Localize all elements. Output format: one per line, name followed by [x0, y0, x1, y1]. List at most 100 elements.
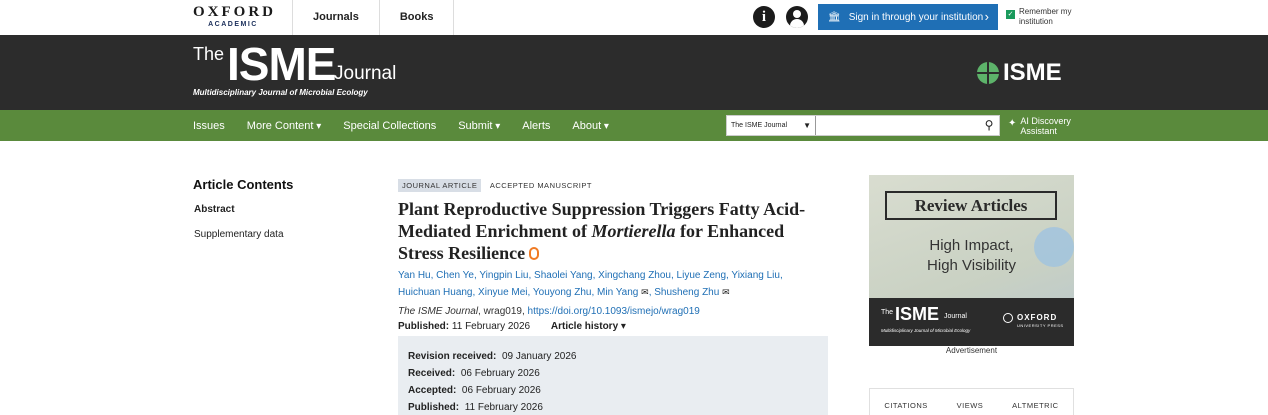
history-row: Published: 11 February 2026 [408, 399, 818, 415]
article-status-badge: ACCEPTED MANUSCRIPT [489, 181, 592, 190]
nav-alerts[interactable]: Alerts [522, 120, 550, 132]
tab-altmetric[interactable]: ALTMETRIC [1012, 401, 1058, 415]
checkbox-checked-icon[interactable]: ✓ [1006, 10, 1015, 19]
ad-heading: Review Articles [885, 191, 1057, 220]
tab-citations[interactable]: CITATIONS [884, 401, 927, 415]
nav-submit[interactable]: Submit [458, 120, 500, 132]
history-label: Revision received: [408, 351, 497, 362]
oxford-logo-line1: OXFORD [193, 4, 276, 20]
institution-icon: 🏛 [828, 11, 841, 23]
ad-footer-oup-sub: UNIVERSITY PRESS [1017, 323, 1064, 328]
nav-more-content[interactable]: More Content [247, 120, 321, 132]
envelope-icon[interactable]: ✉ [722, 287, 730, 297]
history-label: Received: [408, 368, 456, 379]
remember-label: Remember my institution [1019, 7, 1072, 26]
journal-banner: The ISME Journal Multidisciplinary Journ… [0, 35, 1268, 110]
journal-subtitle: Multidisciplinary Journal of Microbial E… [193, 88, 368, 97]
author-line-2: Huichuan Huang, Xinyue Mei, Youyong Zhu,… [398, 287, 730, 298]
ai-label-line1: AI Discovery [1020, 116, 1071, 126]
journal-title-journal: Journal [334, 63, 397, 84]
doi-link[interactable]: https://doi.org/10.1093/ismejo/wrag019 [528, 306, 700, 317]
advertisement-caption: Advertisement [945, 346, 998, 355]
isme-society-logo[interactable]: ISME [977, 59, 1062, 87]
journal-title-isme: ISME [227, 38, 336, 90]
article-header: JOURNAL ARTICLE ACCEPTED MANUSCRIPT Plan… [398, 175, 828, 332]
article-title-italic: Mortierella [591, 221, 676, 241]
info-icon[interactable]: i [753, 6, 775, 28]
published-row: Published: 11 February 2026 Article hist… [398, 321, 828, 332]
ad-line-2: High Visibility [927, 257, 1016, 274]
article-metrics-tabs: CITATIONS VIEWS ALTMETRIC [869, 388, 1074, 415]
top-nav: Journals Books [292, 0, 455, 35]
ai-discovery-button[interactable]: ✦ AI Discovery Assistant [1008, 116, 1071, 136]
published-date: 11 February 2026 [451, 321, 531, 332]
search-icon[interactable]: ⚲ [979, 116, 999, 135]
ai-label: AI Discovery Assistant [1020, 116, 1071, 136]
history-date: 06 February 2026 [461, 385, 541, 396]
search-scope-select[interactable]: The ISME Journal ▼ [727, 116, 816, 135]
nav-about[interactable]: About [572, 120, 609, 132]
top-bar: OXFORD ACADEMIC Journals Books i 🏛 Sign … [0, 0, 1268, 35]
open-access-icon [529, 247, 540, 260]
article-contents-title: Article Contents [193, 177, 294, 192]
search-bar: The ISME Journal ▼ ⚲ [726, 115, 1000, 136]
author-line-2b[interactable]: Shusheng Zhu [654, 287, 719, 298]
history-row: Accepted: 06 February 2026 [408, 382, 818, 399]
envelope-icon[interactable]: ✉ [641, 287, 649, 297]
oup-logo-icon [1003, 313, 1013, 323]
history-date: 09 January 2026 [501, 351, 577, 362]
ad-footer-journal: Journal [944, 313, 967, 320]
ad-footer-isme: ISME [895, 304, 940, 324]
history-date: 06 February 2026 [460, 368, 540, 379]
published-label: Published: [398, 321, 450, 332]
search-scope-value: The ISME Journal [731, 122, 788, 129]
nav-special-collections[interactable]: Special Collections [343, 120, 436, 132]
article-type-badge: JOURNAL ARTICLE [398, 179, 482, 192]
toc-item-supplementary[interactable]: Supplementary data [194, 229, 284, 240]
ai-label-line2: Assistant [1020, 126, 1057, 136]
ad-footer: The ISME Journal Multidisciplinary Journ… [869, 298, 1074, 346]
chevron-right-icon: › [984, 9, 989, 24]
account-icon-body [790, 19, 804, 28]
nav-issues[interactable]: Issues [193, 120, 225, 132]
caret-down-icon: ▼ [803, 121, 811, 130]
sparkle-icon: ✦ [1008, 118, 1017, 129]
account-icon-head [793, 10, 801, 18]
oxford-logo-line2: ACADEMIC [208, 21, 258, 28]
author-line-1[interactable]: Yan Hu, Chen Ye, Yingpin Liu, Shaolei Ya… [398, 267, 828, 284]
nav-books-link[interactable]: Books [380, 0, 455, 35]
ad-footer-oup: OXFORD [1017, 313, 1058, 322]
history-date: 11 February 2026 [464, 402, 543, 413]
tab-views[interactable]: VIEWS [957, 401, 984, 415]
author-list: Yan Hu, Chen Ye, Yingpin Liu, Shaolei Ya… [398, 267, 828, 301]
article-history-toggle[interactable]: Article history ▾ [551, 321, 626, 332]
history-row: Revision received: 09 January 2026 [408, 348, 818, 365]
article-history-label: Article history [550, 321, 619, 332]
toc-item-abstract[interactable]: Abstract [194, 204, 235, 215]
advertisement-banner[interactable]: Review Articles High Impact, High Visibi… [869, 175, 1074, 346]
journal-title-the: The [193, 44, 225, 64]
globe-icon [977, 62, 999, 84]
article-history-panel: Revision received: 09 January 2026 Recei… [398, 336, 828, 415]
isme-society-text: ISME [1003, 59, 1062, 86]
oxford-academic-logo[interactable]: OXFORD ACADEMIC [193, 5, 273, 29]
ad-line-1: High Impact, [929, 237, 1014, 254]
citation-line: The ISME Journal, wrag019, https://doi.o… [398, 306, 828, 317]
ad-footer-the: The [881, 309, 894, 316]
journal-nav: Issues More Content Special Collections … [0, 110, 1268, 141]
ad-footer-subtitle: Multidisciplinary Journal of Microbial E… [881, 328, 971, 333]
institution-signin-button[interactable]: 🏛 Sign in through your institution › [818, 4, 998, 30]
history-row: Received: 06 February 2026 [408, 365, 818, 382]
signin-label: Sign in through your institution [848, 11, 984, 23]
journal-nav-items: Issues More Content Special Collections … [193, 110, 631, 141]
author-line-2a[interactable]: Huichuan Huang, Xinyue Mei, Youyong Zhu,… [398, 287, 638, 298]
article-id: , wrag019, [478, 306, 528, 317]
remember-institution[interactable]: ✓ Remember my institution [1006, 7, 1079, 27]
history-label: Accepted: [408, 385, 457, 396]
history-label: Published: [408, 402, 460, 413]
article-title: Plant Reproductive Suppression Triggers … [398, 198, 828, 264]
account-icon[interactable] [786, 6, 808, 28]
nav-journals-link[interactable]: Journals [293, 0, 380, 35]
search-input[interactable] [816, 116, 979, 135]
journal-name: The ISME Journal [398, 306, 479, 317]
